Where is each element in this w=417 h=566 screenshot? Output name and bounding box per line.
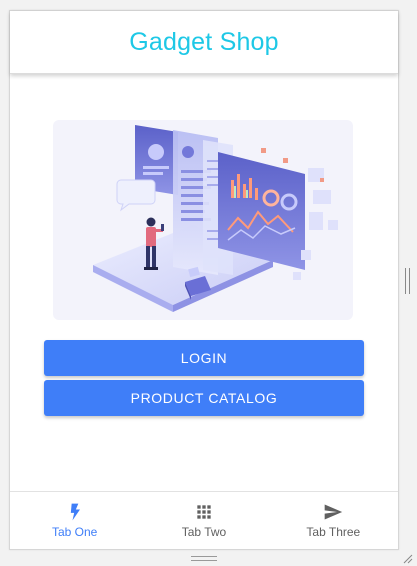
app-window: Gadget Shop LOGIN PRODUCT CATALOG Tab On… — [9, 10, 399, 550]
product-catalog-button[interactable]: PRODUCT CATALOG — [44, 380, 364, 416]
resize-grip-icon[interactable] — [401, 552, 413, 564]
side-resize-handle[interactable] — [405, 268, 410, 294]
tab-three-label: Tab Three — [306, 525, 361, 539]
tab-one[interactable]: Tab One — [10, 492, 139, 549]
login-button[interactable]: LOGIN — [44, 340, 364, 376]
page-title: Gadget Shop — [129, 27, 279, 56]
tab-one-label: Tab One — [51, 525, 98, 539]
apps-grid-icon — [197, 505, 211, 519]
bottom-resize-handle[interactable] — [191, 556, 217, 561]
send-icon — [324, 504, 343, 520]
dashboard-illustration — [53, 120, 353, 320]
flash-icon — [70, 503, 80, 521]
app-header: Gadget Shop — [10, 11, 398, 74]
bottom-tab-bar: Tab One Tab Two Tab Three — [10, 491, 398, 549]
tab-three[interactable]: Tab Three — [269, 492, 398, 549]
tab-two-label: Tab Two — [181, 525, 227, 539]
tab-two[interactable]: Tab Two — [139, 492, 268, 549]
